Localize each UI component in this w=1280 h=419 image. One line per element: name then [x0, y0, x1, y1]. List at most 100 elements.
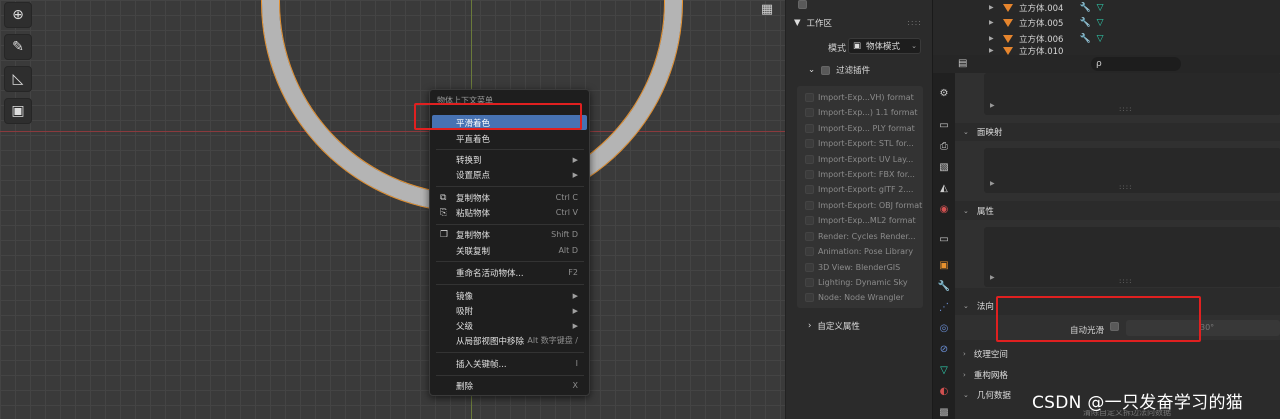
expand-arrow-icon[interactable]: ▶: [990, 180, 995, 187]
addon-item[interactable]: Node: Node Wrangler: [805, 290, 923, 305]
addon-item[interactable]: Import-Export: glTF 2....: [805, 182, 923, 197]
chevron-down-icon: ⌄: [963, 128, 969, 136]
menu-item-flat-shading[interactable]: 平直着色: [432, 131, 587, 146]
mode-select[interactable]: ▣ 物体模式 ⌄: [848, 38, 921, 54]
menu-item-set-origin[interactable]: 设置原点 ▶: [432, 167, 587, 182]
addon-item[interactable]: Import-Export: UV Lay...: [805, 152, 923, 167]
addon-item[interactable]: Import-Export: FBX for...: [805, 167, 923, 182]
attributes-list[interactable]: ▶ ::::: [984, 227, 1280, 287]
outliner-row[interactable]: ▶ 立方体.004 🔧 ▽: [989, 0, 1104, 15]
outliner-row[interactable]: ▶ 立方体.006 🔧 ▽: [989, 31, 1104, 46]
chevron-right-icon: ›: [963, 350, 966, 358]
normals-header[interactable]: ⌄ 法向: [963, 300, 994, 312]
collection-tab-icon[interactable]: ▭: [936, 231, 952, 247]
menu-item-insert-keyframe[interactable]: 插入关键帧... I: [432, 356, 587, 371]
object-tab-icon[interactable]: ▣: [936, 257, 952, 273]
mesh-data-icon[interactable]: ▽: [1097, 18, 1104, 28]
add-cube-icon[interactable]: ▣: [4, 98, 32, 124]
outliner-row[interactable]: ▶ 立方体.005 🔧 ▽: [989, 15, 1104, 30]
grid-view-icon[interactable]: ▦: [756, 0, 778, 18]
filter-addons-checkbox[interactable]: [821, 65, 831, 75]
chevron-down-icon: ⌄: [963, 391, 969, 399]
menu-item-copy-objects[interactable]: ⧉ 复制物体 Ctrl C: [432, 190, 587, 205]
menu-divider: [436, 261, 584, 262]
annotation-box-auto-smooth: [996, 296, 1201, 342]
menu-item-paste-objects[interactable]: ⎘ 粘贴物体 Ctrl V: [432, 205, 587, 220]
texture-tab-icon[interactable]: ▩: [936, 404, 952, 419]
workspace-panel-header[interactable]: ▼ 工作区: [794, 17, 832, 29]
expand-arrow-icon[interactable]: ▶: [989, 35, 997, 42]
menu-item-remove-local-view[interactable]: 从局部视图中移除 Alt 数字键盘 /: [432, 333, 587, 348]
menu-item-mirror[interactable]: 镜像 ▶: [432, 288, 587, 303]
addon-item[interactable]: Import-Exp...VH) format: [805, 90, 923, 105]
geometry-data-header[interactable]: ⌄ 几何数据: [963, 389, 1011, 401]
particles-tab-icon[interactable]: ⋰: [936, 299, 952, 315]
render-tab-icon[interactable]: ▭: [936, 117, 952, 133]
chevron-down-icon: ⌄: [808, 65, 816, 75]
output-tab-icon[interactable]: ⎙: [936, 138, 952, 154]
menu-item-delete[interactable]: 删除 X: [432, 378, 587, 393]
addon-item[interactable]: 3D View: BlenderGIS: [805, 260, 923, 275]
drag-handle-icon[interactable]: ::::: [907, 18, 922, 27]
wrench-icon[interactable]: 🔧: [1079, 3, 1090, 13]
world-tab-icon[interactable]: ◉: [936, 201, 952, 217]
menu-item-duplicate-linked[interactable]: 关联复制 Alt D: [432, 243, 587, 258]
tool-tab-icon[interactable]: ⚙: [936, 85, 952, 101]
wrench-icon[interactable]: 🔧: [1079, 34, 1090, 44]
remesh-header[interactable]: › 重构网格: [963, 369, 1008, 381]
physics-tab-icon[interactable]: ◎: [936, 320, 952, 336]
list-box[interactable]: ▶ ::::: [984, 73, 1280, 115]
mesh-data-icon[interactable]: ▽: [1097, 3, 1104, 13]
resize-grip-icon[interactable]: ::::: [1119, 277, 1132, 285]
properties-editor: ▤ ρ ⚙ ▭ ⎙ ▧ ◭ ◉ ▭ ▣ 🔧 ⋰ ◎ ⊘ ▽ ◐ ▩ ▶ ::::…: [932, 55, 1280, 419]
mesh-data-icon[interactable]: ▽: [1097, 34, 1104, 44]
face-maps-list[interactable]: ▶ ::::: [984, 148, 1280, 193]
addon-item[interactable]: Import-Exp...ML2 format: [805, 213, 923, 228]
texture-space-header[interactable]: › 纹理空间: [963, 348, 1008, 360]
menu-item-rename-active[interactable]: 重命名活动物体... F2: [432, 265, 587, 280]
scene-tab-icon[interactable]: ◭: [936, 180, 952, 196]
outliner-row[interactable]: ▶ 立方体.010: [989, 46, 1063, 55]
filter-addons-header[interactable]: ⌄ 过滤插件: [808, 64, 870, 76]
wrench-icon[interactable]: 🔧: [1079, 18, 1090, 28]
paste-icon: ⎘: [440, 207, 448, 218]
addon-item[interactable]: Lighting: Dynamic Sky: [805, 275, 923, 290]
menu-item-convert-to[interactable]: 转换到 ▶: [432, 152, 587, 167]
measure-icon[interactable]: ◺: [4, 66, 32, 92]
modifier-tab-icon[interactable]: 🔧: [936, 278, 952, 294]
addon-item[interactable]: Import-Exp...) 1.1 format: [805, 105, 923, 120]
duplicate-icon: ❐: [440, 229, 449, 240]
3d-viewport[interactable]: ⊕ ✎ ◺ ▣ ▦: [0, 0, 785, 419]
resize-grip-icon[interactable]: ::::: [1119, 105, 1132, 113]
expand-arrow-icon[interactable]: ▶: [990, 274, 995, 281]
addon-item[interactable]: Animation: Pose Library: [805, 244, 923, 259]
chevron-down-icon: ⌄: [911, 42, 917, 50]
mesh-object-icon: [1003, 3, 1013, 12]
face-maps-header[interactable]: ⌄ 面映射: [963, 126, 1002, 138]
search-input[interactable]: ρ: [1091, 57, 1181, 71]
addon-item[interactable]: Import-Exp... PLY format: [805, 121, 923, 136]
expand-arrow-icon[interactable]: ▶: [989, 4, 997, 11]
mesh-object-icon: [1003, 18, 1013, 27]
expand-arrow-icon[interactable]: ▶: [989, 19, 997, 26]
constraints-tab-icon[interactable]: ⊘: [936, 341, 952, 357]
menu-item-snap[interactable]: 吸附 ▶: [432, 303, 587, 318]
mesh-data-tab-icon[interactable]: ▽: [936, 362, 952, 378]
cursor-icon[interactable]: ⊕: [4, 2, 32, 28]
addon-item[interactable]: Render: Cycles Render...: [805, 229, 923, 244]
expand-arrow-icon[interactable]: ▶: [989, 47, 997, 54]
annotate-icon[interactable]: ✎: [4, 34, 32, 60]
editor-type-icon[interactable]: ▤: [958, 58, 967, 69]
addon-item[interactable]: Import-Export: STL for...: [805, 136, 923, 151]
menu-item-duplicate-objects[interactable]: ❐ 复制物体 Shift D: [432, 227, 587, 242]
addon-item[interactable]: Import-Export: OBJ format: [805, 198, 923, 213]
view-layer-tab-icon[interactable]: ▧: [936, 159, 952, 175]
annotation-box-smooth: [414, 103, 582, 130]
resize-grip-icon[interactable]: ::::: [1119, 183, 1132, 191]
menu-item-parent[interactable]: 父级 ▶: [432, 318, 587, 333]
custom-props-header[interactable]: › 自定义属性: [808, 320, 860, 332]
expand-arrow-icon[interactable]: ▶: [990, 102, 995, 109]
attributes-header[interactable]: ⌄ 属性: [963, 205, 994, 217]
object-context-menu: 物体上下文菜单 平滑着色 平直着色 转换到 ▶ 设置原点 ▶ ⧉ 复制物体 Ct…: [429, 89, 590, 396]
material-tab-icon[interactable]: ◐: [936, 383, 952, 399]
